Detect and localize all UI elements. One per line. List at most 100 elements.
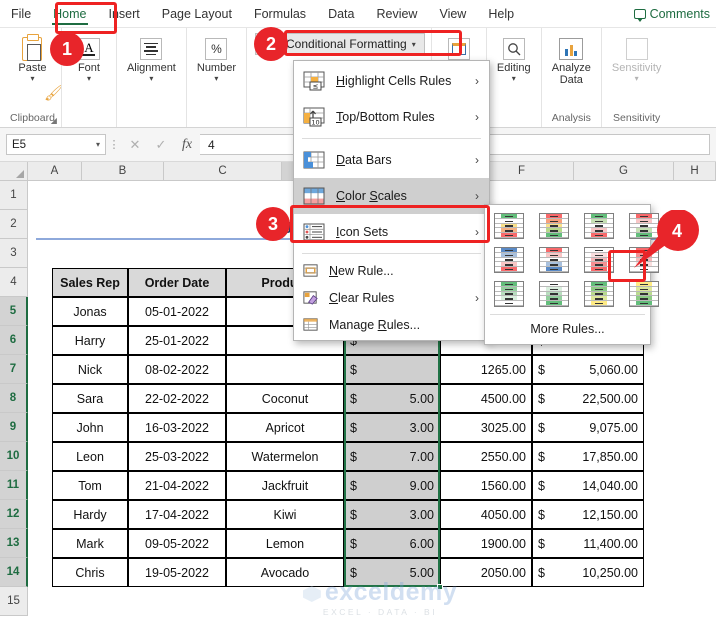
tab-review[interactable]: Review (365, 3, 428, 27)
white-green-color-scale[interactable] (535, 279, 573, 309)
paste-chevron-down-icon[interactable]: ▾ (30, 75, 34, 83)
menu-item-data-bars[interactable]: Data Bars › (294, 142, 489, 178)
conditional-formatting-chevron-down-icon[interactable]: ▾ (412, 40, 416, 48)
row-header-2[interactable]: 2 (0, 210, 27, 239)
table-row[interactable]: Tom 21-04-2022 Jackfruit $9.00 1560.00 $… (52, 471, 644, 500)
cell-sales-rep[interactable]: Chris (52, 558, 128, 587)
cell-quantity[interactable]: 1265.00 (440, 355, 532, 384)
tab-file[interactable]: File (0, 3, 42, 27)
editing-button[interactable]: Editing ▾ (493, 34, 535, 84)
name-box[interactable]: E5 ▾ (6, 134, 106, 155)
alignment-chevron-down-icon[interactable]: ▾ (149, 75, 153, 83)
blue-white-red-color-scale[interactable] (490, 245, 528, 275)
row-header-14[interactable]: 14 (0, 558, 28, 587)
cell-order-date[interactable]: 08-02-2022 (128, 355, 226, 384)
cell-product[interactable]: Watermelon (226, 442, 344, 471)
cell-quantity[interactable]: 2550.00 (440, 442, 532, 471)
row-header-1[interactable]: 1 (0, 181, 27, 210)
cell-sales-rep[interactable]: Mark (52, 529, 128, 558)
cell-product[interactable]: Coconut (226, 384, 344, 413)
column-header-b[interactable]: B (82, 162, 164, 180)
green-white-color-scale[interactable] (490, 279, 528, 309)
cell-total[interactable]: $12,150.00 (532, 500, 644, 529)
row-header-8[interactable]: 8 (0, 384, 28, 413)
cell-total[interactable]: $17,850.00 (532, 442, 644, 471)
tab-insert[interactable]: Insert (98, 3, 151, 27)
column-header-h[interactable]: H (674, 162, 716, 180)
menu-item-new-rule[interactable]: New Rule... (294, 257, 489, 284)
tab-data[interactable]: Data (317, 3, 365, 27)
green-yellow-color-scale[interactable] (580, 279, 618, 309)
cell-price[interactable]: $6.00 (344, 529, 440, 558)
cell-product[interactable]: Lemon (226, 529, 344, 558)
menu-item-highlight-cells-rules[interactable]: ≤ Highlight Cells Rules › (294, 63, 489, 99)
cell-order-date[interactable]: 19-05-2022 (128, 558, 226, 587)
row-header-7[interactable]: 7 (0, 355, 28, 384)
clipboard-dialog-launcher-icon[interactable]: ◢ (51, 116, 57, 125)
cell-total[interactable]: $5,060.00 (532, 355, 644, 384)
cell-total[interactable]: $14,040.00 (532, 471, 644, 500)
sensitivity-button[interactable]: Sensitivity ▾ (608, 34, 666, 84)
column-header-a[interactable]: A (28, 162, 82, 180)
cell-order-date[interactable]: 05-01-2022 (128, 297, 226, 326)
number-chevron-down-icon[interactable]: ▾ (214, 75, 218, 83)
row-header-13[interactable]: 13 (0, 529, 28, 558)
paste-button[interactable]: Paste ▾ (11, 34, 53, 84)
menu-item-icon-sets[interactable]: Icon Sets › (294, 214, 489, 250)
tab-page-layout[interactable]: Page Layout (151, 3, 243, 27)
cell-product[interactable]: Jackfruit (226, 471, 344, 500)
table-row[interactable]: Nick 08-02-2022 $ 1265.00 $5,060.00 (52, 355, 644, 384)
cell-order-date[interactable]: 21-04-2022 (128, 471, 226, 500)
cell-total[interactable]: $22,500.00 (532, 384, 644, 413)
row-header-12[interactable]: 12 (0, 500, 28, 529)
green-yellow-red-color-scale[interactable] (490, 211, 528, 241)
column-header-c[interactable]: C (164, 162, 282, 180)
row-header-15[interactable]: 15 (0, 587, 27, 616)
table-row[interactable]: Mark 09-05-2022 Lemon $6.00 1900.00 $11,… (52, 529, 644, 558)
alignment-button[interactable]: Alignment ▾ (123, 34, 180, 84)
cell-sales-rep[interactable]: Hardy (52, 500, 128, 529)
green-white-red-color-scale[interactable] (580, 211, 618, 241)
white-red-color-scale[interactable] (580, 245, 618, 275)
cell-product[interactable]: Kiwi (226, 500, 344, 529)
table-row[interactable]: John 16-03-2022 Apricot $3.00 3025.00 $9… (52, 413, 644, 442)
cell-quantity[interactable]: 4500.00 (440, 384, 532, 413)
row-header-4[interactable]: 4 (0, 268, 27, 297)
row-header-6[interactable]: 6 (0, 326, 28, 355)
tab-view[interactable]: View (428, 3, 477, 27)
menu-item-clear-rules[interactable]: Clear Rules › (294, 284, 489, 311)
cell-product[interactable] (226, 355, 344, 384)
row-header-10[interactable]: 10 (0, 442, 28, 471)
row-header-9[interactable]: 9 (0, 413, 28, 442)
cancel-formula-button[interactable]: ✕ (122, 134, 148, 156)
insert-function-button[interactable]: fx (174, 134, 200, 156)
cell-sales-rep[interactable]: John (52, 413, 128, 442)
cell-total[interactable]: $9,075.00 (532, 413, 644, 442)
more-rules-button[interactable]: More Rules... (490, 314, 645, 344)
cell-price[interactable]: $ (344, 355, 440, 384)
tab-help[interactable]: Help (477, 3, 525, 27)
sensitivity-chevron-down-icon[interactable]: ▾ (635, 75, 639, 83)
cell-order-date[interactable]: 17-04-2022 (128, 500, 226, 529)
enter-formula-button[interactable]: ✓ (148, 134, 174, 156)
cell-order-date[interactable]: 25-03-2022 (128, 442, 226, 471)
menu-item-color-scales[interactable]: Color Scales › (294, 178, 489, 214)
comments-button[interactable]: Comments (624, 3, 716, 27)
analyze-data-button[interactable]: Analyze Data (548, 34, 595, 88)
cell-sales-rep[interactable]: Harry (52, 326, 128, 355)
cell-price[interactable]: $9.00 (344, 471, 440, 500)
cell-order-date[interactable]: 22-02-2022 (128, 384, 226, 413)
red-yellow-green-color-scale[interactable] (535, 211, 573, 241)
cell-price[interactable]: $3.00 (344, 413, 440, 442)
menu-item-top-bottom-rules[interactable]: 10 Top/Bottom Rules › (294, 99, 489, 135)
cell-sales-rep[interactable]: Tom (52, 471, 128, 500)
font-chevron-down-icon[interactable]: ▾ (87, 75, 91, 83)
name-box-chevron-down-icon[interactable]: ▾ (96, 140, 100, 149)
red-white-blue-color-scale[interactable] (535, 245, 573, 275)
number-button[interactable]: % Number ▾ (193, 34, 240, 84)
cell-order-date[interactable]: 16-03-2022 (128, 413, 226, 442)
cell-quantity[interactable]: 4050.00 (440, 500, 532, 529)
yellow-green-color-scale[interactable] (625, 279, 663, 309)
row-header-5[interactable]: 5 (0, 297, 28, 326)
cell-price[interactable]: $7.00 (344, 442, 440, 471)
